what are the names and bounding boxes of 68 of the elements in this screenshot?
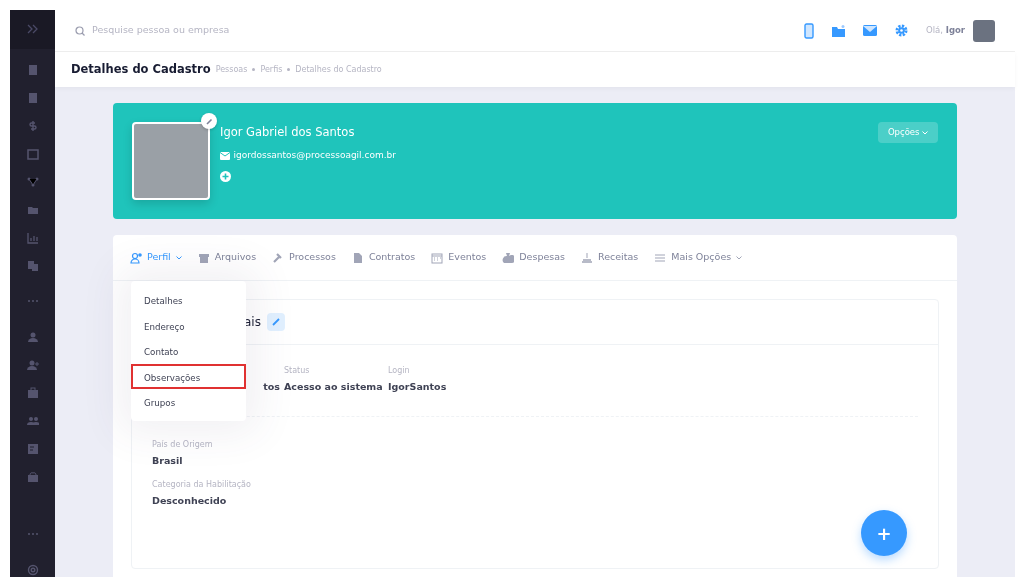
pencil-icon: [205, 117, 213, 125]
menu-item-icon[interactable]: [26, 330, 39, 343]
page-title: Detalhes do Cadastro: [71, 60, 211, 78]
greeting-text: Olá, Igor: [926, 24, 965, 37]
menu-item-icon[interactable]: [26, 358, 39, 371]
tab[interactable]: Eventos: [431, 250, 487, 265]
settings-icon[interactable]: [895, 24, 909, 37]
phone-icon[interactable]: [804, 22, 815, 39]
dropdown-item[interactable]: Contato: [131, 338, 246, 364]
caret-icon: [922, 130, 928, 135]
tab-icon: [431, 251, 444, 264]
tab[interactable]: Arquivos: [197, 250, 257, 265]
field-value: Acesso ao sistema: [284, 380, 384, 394]
mail-icon: [220, 151, 231, 161]
field-value: tos: [262, 380, 281, 394]
field-label: Status: [284, 365, 311, 377]
tab[interactable]: Receitas: [581, 250, 639, 265]
breadcrumb-link[interactable]: Perfis: [260, 63, 283, 76]
tab[interactable]: Mais Opções: [654, 250, 743, 265]
menu-item-icon[interactable]: [26, 147, 39, 160]
tab-icon: [197, 251, 210, 264]
avatar-placeholder[interactable]: [973, 19, 995, 42]
add-button[interactable]: +: [861, 510, 907, 556]
field-label: Login: [388, 365, 411, 377]
more-icon[interactable]: [26, 298, 39, 303]
field-value: Desconhecido: [152, 493, 228, 508]
dropdown-item[interactable]: Observações: [131, 363, 246, 390]
breadcrumb-link[interactable]: Detalhes do Cadastro: [295, 63, 382, 76]
field-value: Brasil: [152, 454, 184, 469]
menu-item-icon[interactable]: [26, 119, 39, 132]
tab-icon: [502, 251, 515, 264]
dropdown-item[interactable]: Endereço: [131, 312, 246, 339]
field-value: IgorSantos: [388, 380, 448, 394]
expand-icon[interactable]: [26, 24, 39, 35]
menu-item-icon[interactable]: [26, 259, 39, 272]
search-field[interactable]: Pesquise pessoa ou empresa: [90, 22, 340, 39]
menu-item-icon[interactable]: [26, 386, 39, 399]
menu-item-icon[interactable]: [26, 442, 39, 455]
field-label: País de Origem: [152, 439, 214, 452]
menu-item-icon[interactable]: [26, 564, 39, 576]
field-label: Categoria da Habilitação: [152, 478, 252, 491]
tab-icon: [130, 251, 142, 264]
tab[interactable]: Despesas: [502, 250, 565, 265]
search-icon: [75, 25, 85, 36]
menu-item-icon[interactable]: [26, 470, 39, 483]
menu-item-icon[interactable]: [26, 91, 39, 104]
tab-icon: [654, 251, 667, 264]
edit-button[interactable]: [266, 313, 285, 331]
more-icon[interactable]: [26, 532, 39, 536]
dropdown-item[interactable]: Grupos: [131, 389, 246, 415]
tab-icon: [351, 251, 364, 264]
profile-name: Igor Gabriel dos Santos: [220, 124, 356, 141]
tab[interactable]: Processos: [272, 250, 336, 265]
tab-icon: [581, 251, 593, 264]
profile-email: igordossantos@processoagil.com.br: [233, 149, 396, 163]
menu-item-icon[interactable]: [26, 414, 39, 427]
pencil-icon: [271, 318, 280, 326]
menu-item-icon[interactable]: [26, 63, 39, 76]
edit-photo-button[interactable]: [201, 113, 217, 129]
menu-item-icon[interactable]: [26, 175, 39, 188]
folder-icon[interactable]: [832, 24, 846, 37]
menu-item-icon[interactable]: [26, 231, 39, 244]
add-icon[interactable]: [220, 170, 231, 182]
breadcrumb-link[interactable]: Pessoas: [215, 63, 248, 76]
tab[interactable]: Perfil: [130, 250, 182, 265]
mail-icon[interactable]: [863, 25, 878, 36]
dropdown-item[interactable]: Detalhes: [131, 287, 246, 313]
tab[interactable]: Contratos: [351, 250, 416, 265]
